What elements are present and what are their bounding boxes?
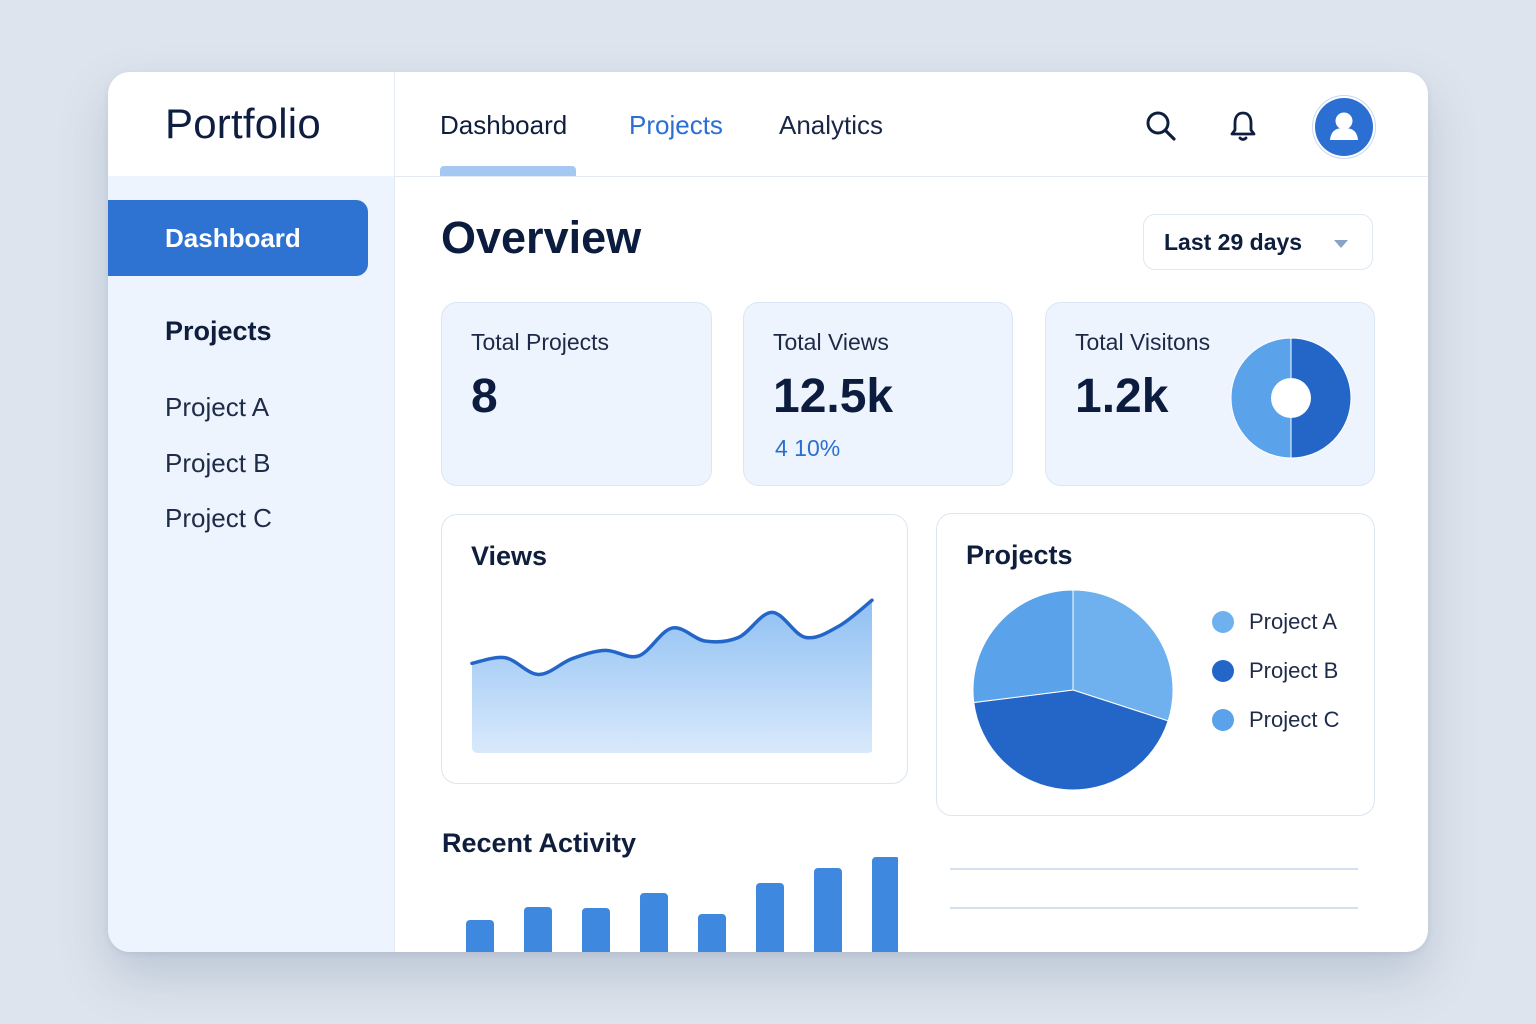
- views-panel: Views: [441, 514, 908, 784]
- projects-panel-title: Projects: [966, 540, 1073, 570]
- active-tab-indicator: [440, 166, 576, 176]
- donut-hole: [1271, 378, 1311, 418]
- legend-dot: [1212, 611, 1234, 633]
- activity-bar-1[interactable]: [466, 920, 494, 952]
- legend-label: Project C: [1249, 707, 1340, 732]
- stat-label: Total Projects: [471, 329, 610, 355]
- activity-bar-6[interactable]: [756, 883, 784, 952]
- sidebar-item-dashboard[interactable]: Dashboard: [108, 200, 368, 276]
- legend-dot: [1212, 709, 1234, 731]
- page-title: Overview: [441, 212, 642, 263]
- legend-item-project-a[interactable]: Project A: [1212, 609, 1337, 635]
- search-button[interactable]: [1141, 106, 1181, 146]
- legend-item-project-b[interactable]: Project B: [1212, 658, 1338, 684]
- sidebar-item-project-b[interactable]: Project B: [165, 448, 271, 479]
- projects-pie-chart: [972, 589, 1174, 791]
- sidebar-item-project-c[interactable]: Project C: [165, 503, 272, 534]
- legend-label: Project B: [1249, 658, 1339, 683]
- date-range-select[interactable]: Last 29 days: [1143, 214, 1373, 270]
- topbar-divider: [394, 176, 1428, 177]
- sidebar: Dashboard Projects Project A Project B P…: [108, 176, 395, 952]
- activity-divider: [950, 907, 1358, 909]
- activity-bar-5[interactable]: [698, 914, 726, 952]
- user-avatar-icon: [1330, 112, 1358, 140]
- projects-panel: Projects Project A Project B Project C: [936, 513, 1375, 816]
- views-area-fill: [472, 600, 872, 753]
- activity-bar-7[interactable]: [814, 868, 842, 952]
- visitors-donut-chart: [1230, 337, 1352, 459]
- stat-value: 12.5k: [773, 370, 894, 423]
- activity-bar-3[interactable]: [582, 908, 610, 952]
- tab-dashboard[interactable]: Dashboard: [440, 110, 567, 141]
- date-range-label: Last 29 days: [1164, 229, 1303, 255]
- notifications-button[interactable]: [1223, 106, 1263, 146]
- stat-value: 8: [471, 370, 498, 423]
- search-icon: [1146, 111, 1176, 141]
- legend-item-project-c[interactable]: Project C: [1212, 707, 1339, 733]
- stat-card-projects[interactable]: Total Projects 8: [441, 302, 712, 486]
- pie-slice-3[interactable]: [972, 589, 1074, 704]
- activity-bar-2[interactable]: [524, 907, 552, 952]
- stat-label: Total Views: [773, 329, 889, 355]
- views-panel-title: Views: [471, 541, 548, 571]
- user-avatar[interactable]: [1315, 98, 1373, 156]
- stat-value: 1.2k: [1075, 370, 1169, 423]
- stat-card-visitors[interactable]: Total Visitons 1.2k: [1045, 302, 1375, 486]
- activity-divider: [950, 868, 1358, 870]
- stat-card-views[interactable]: Total Views 12.5k 4 10%: [743, 302, 1013, 486]
- recent-activity-bar-chart: [466, 857, 898, 952]
- tab-projects[interactable]: Projects: [629, 110, 723, 141]
- sidebar-section-projects[interactable]: Projects: [165, 316, 272, 347]
- app-window: Portfolio Dashboard Projects Analytics D…: [108, 72, 1428, 952]
- brand-area: Portfolio: [108, 72, 395, 176]
- activity-bar-8[interactable]: [872, 857, 898, 952]
- legend-dot: [1212, 660, 1234, 682]
- bell-icon: [1230, 111, 1256, 141]
- stat-delta: 4 10%: [775, 435, 841, 461]
- views-area-chart: [470, 598, 874, 753]
- legend-label: Project A: [1249, 609, 1338, 634]
- activity-bar-4[interactable]: [640, 893, 668, 952]
- stat-label: Total Visitons: [1075, 329, 1211, 355]
- sidebar-item-project-a[interactable]: Project A: [165, 392, 269, 423]
- brand-logo-text[interactable]: Portfolio: [165, 100, 321, 148]
- tab-analytics[interactable]: Analytics: [779, 110, 883, 141]
- chevron-down-icon: [1334, 240, 1348, 248]
